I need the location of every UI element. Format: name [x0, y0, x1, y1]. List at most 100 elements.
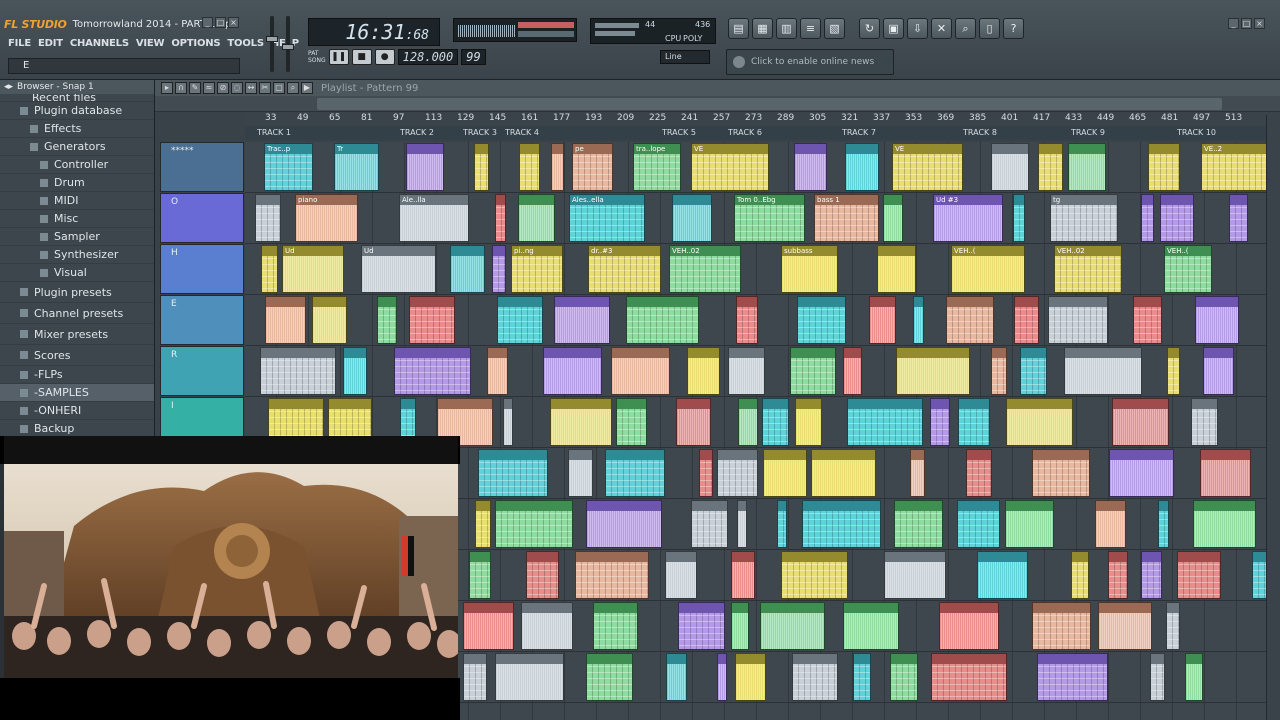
pencil-icon[interactable]: ✎ [189, 82, 201, 94]
track-marker-label[interactable]: TRACK 1 [257, 128, 291, 137]
playlist-clip[interactable] [1177, 551, 1221, 599]
playlist-clip[interactable] [802, 500, 881, 548]
playlist-clip[interactable] [261, 245, 278, 293]
playlist-clip[interactable] [781, 551, 848, 599]
playlist-clip[interactable]: dr..#3 [588, 245, 661, 293]
playlist-clip[interactable] [521, 602, 573, 650]
playlist-clip[interactable] [343, 347, 367, 395]
track-header[interactable]: O [160, 193, 244, 243]
tempo-display[interactable]: 128.000 [397, 49, 459, 65]
playlist-clip[interactable] [593, 602, 638, 650]
playlist-clip[interactable] [497, 296, 543, 344]
playlist-clip[interactable] [463, 602, 514, 650]
playlist-clip[interactable]: tra..lope [633, 143, 681, 191]
playlist-clip[interactable] [474, 143, 489, 191]
playlist-clip[interactable] [957, 500, 1000, 548]
menu-file[interactable]: FILE [8, 38, 31, 49]
playlist-clip[interactable] [1191, 398, 1218, 446]
playlist-clip[interactable]: pe [572, 143, 613, 191]
playlist-clip[interactable] [260, 347, 336, 395]
browser-item-sampler[interactable]: Sampler [0, 228, 154, 246]
playlist-clip[interactable] [843, 347, 862, 395]
playlist-clip[interactable] [265, 296, 306, 344]
browser-item-generators[interactable]: Generators [0, 138, 154, 156]
playlist-clip[interactable] [777, 500, 787, 548]
app-maximize-icon[interactable]: □ [1241, 18, 1252, 29]
playlist-clip[interactable]: VE..2 [1201, 143, 1269, 191]
pattern-number-display[interactable]: 99 [461, 49, 486, 65]
playlist-clip[interactable] [913, 296, 924, 344]
playlist-clip[interactable] [790, 347, 836, 395]
playlist-clip[interactable] [1064, 347, 1142, 395]
playlist-clip[interactable] [795, 398, 822, 446]
playlist-clip[interactable]: Ud [361, 245, 436, 293]
playlist-clip[interactable] [930, 398, 950, 446]
browser-item-mixer-presets[interactable]: Mixer presets [0, 324, 154, 345]
app-minimize-icon[interactable]: _ [1228, 18, 1239, 29]
select-icon[interactable]: ▢ [273, 82, 285, 94]
playlist-clip[interactable] [1185, 653, 1203, 701]
maximize-icon[interactable]: □ [215, 17, 226, 28]
song-position-display[interactable]: 16:31:68 [308, 18, 440, 46]
playlist-clip[interactable] [717, 449, 758, 497]
track-header[interactable]: ***** [160, 142, 244, 192]
playlist-clip[interactable] [894, 500, 943, 548]
playlist-clip[interactable] [717, 653, 727, 701]
playlist-clip[interactable] [554, 296, 610, 344]
track-marker-label[interactable]: TRACK 3 [463, 128, 497, 137]
playlist-clip[interactable] [931, 653, 1007, 701]
playlist-clip[interactable] [611, 347, 670, 395]
track-header[interactable]: H [160, 244, 244, 294]
playlist-clip[interactable] [678, 602, 725, 650]
track-marker-label[interactable]: TRACK 9 [1071, 128, 1105, 137]
playlist-clip[interactable] [406, 143, 444, 191]
master-pitch-handle[interactable] [282, 44, 294, 50]
browser-item-backup[interactable]: Backup [0, 420, 154, 436]
playlist-clip[interactable]: VEH..02 [1054, 245, 1122, 293]
delete-icon[interactable]: ⊘ [217, 82, 229, 94]
magnet-icon[interactable]: ∩ [175, 82, 187, 94]
playlist-clip[interactable] [966, 449, 992, 497]
playlist-clip[interactable] [586, 653, 633, 701]
playlist-clip[interactable] [991, 143, 1029, 191]
playlist-clip[interactable] [763, 449, 807, 497]
track-marker-label[interactable]: TRACK 4 [505, 128, 539, 137]
browser-item-samples[interactable]: -SAMPLES [0, 384, 154, 402]
playlist-clip[interactable] [503, 398, 513, 446]
playlist-clip[interactable] [626, 296, 699, 344]
playlist-clip[interactable] [843, 602, 899, 650]
pattern-selector[interactable]: Line [660, 50, 710, 64]
timeline-ruler[interactable]: 33 49 65 81 97 113 129 145 161 177 193 209 225 241 257… [245, 112, 1280, 126]
playlist-clip[interactable]: bass 1 [814, 194, 879, 242]
playlist-clip[interactable] [568, 449, 593, 497]
playlist-clip[interactable] [543, 347, 602, 395]
playlist-clip[interactable] [691, 500, 728, 548]
playlist-clip[interactable] [478, 449, 548, 497]
playlist-clip[interactable] [883, 194, 903, 242]
playlist-clip[interactable] [463, 653, 487, 701]
playlist-clip[interactable] [877, 245, 916, 293]
playlist-clip[interactable] [1167, 347, 1180, 395]
slice-icon[interactable]: ✂ [259, 82, 271, 94]
playlist-clip[interactable] [1112, 398, 1169, 446]
playlist-clip[interactable] [616, 398, 647, 446]
browser-item-plugin-presets[interactable]: Plugin presets [0, 282, 154, 303]
step-sequencer-icon[interactable]: ▦ [752, 18, 773, 39]
playlist-clip[interactable] [672, 194, 712, 242]
playlist-clip[interactable] [1141, 551, 1162, 599]
playlist-clip[interactable] [1148, 143, 1180, 191]
playlist-clip[interactable] [605, 449, 665, 497]
playlist-clip[interactable]: VEH..( [951, 245, 1025, 293]
track-header[interactable]: R [160, 346, 244, 396]
browser-item-onheri[interactable]: -ONHERI [0, 402, 154, 420]
playlist-clip[interactable] [665, 551, 697, 599]
playlist-clip[interactable]: VE [691, 143, 769, 191]
playlist-clip[interactable] [394, 347, 471, 395]
playlist-clip[interactable] [738, 398, 758, 446]
playlist-clip[interactable] [1158, 500, 1169, 548]
playlist-clip[interactable] [518, 194, 555, 242]
browser-item-recent-files[interactable]: Recent files [0, 94, 154, 102]
playlist-clip[interactable] [450, 245, 485, 293]
playlist-clip[interactable] [1195, 296, 1239, 344]
playlist-lane[interactable] [245, 295, 1280, 346]
